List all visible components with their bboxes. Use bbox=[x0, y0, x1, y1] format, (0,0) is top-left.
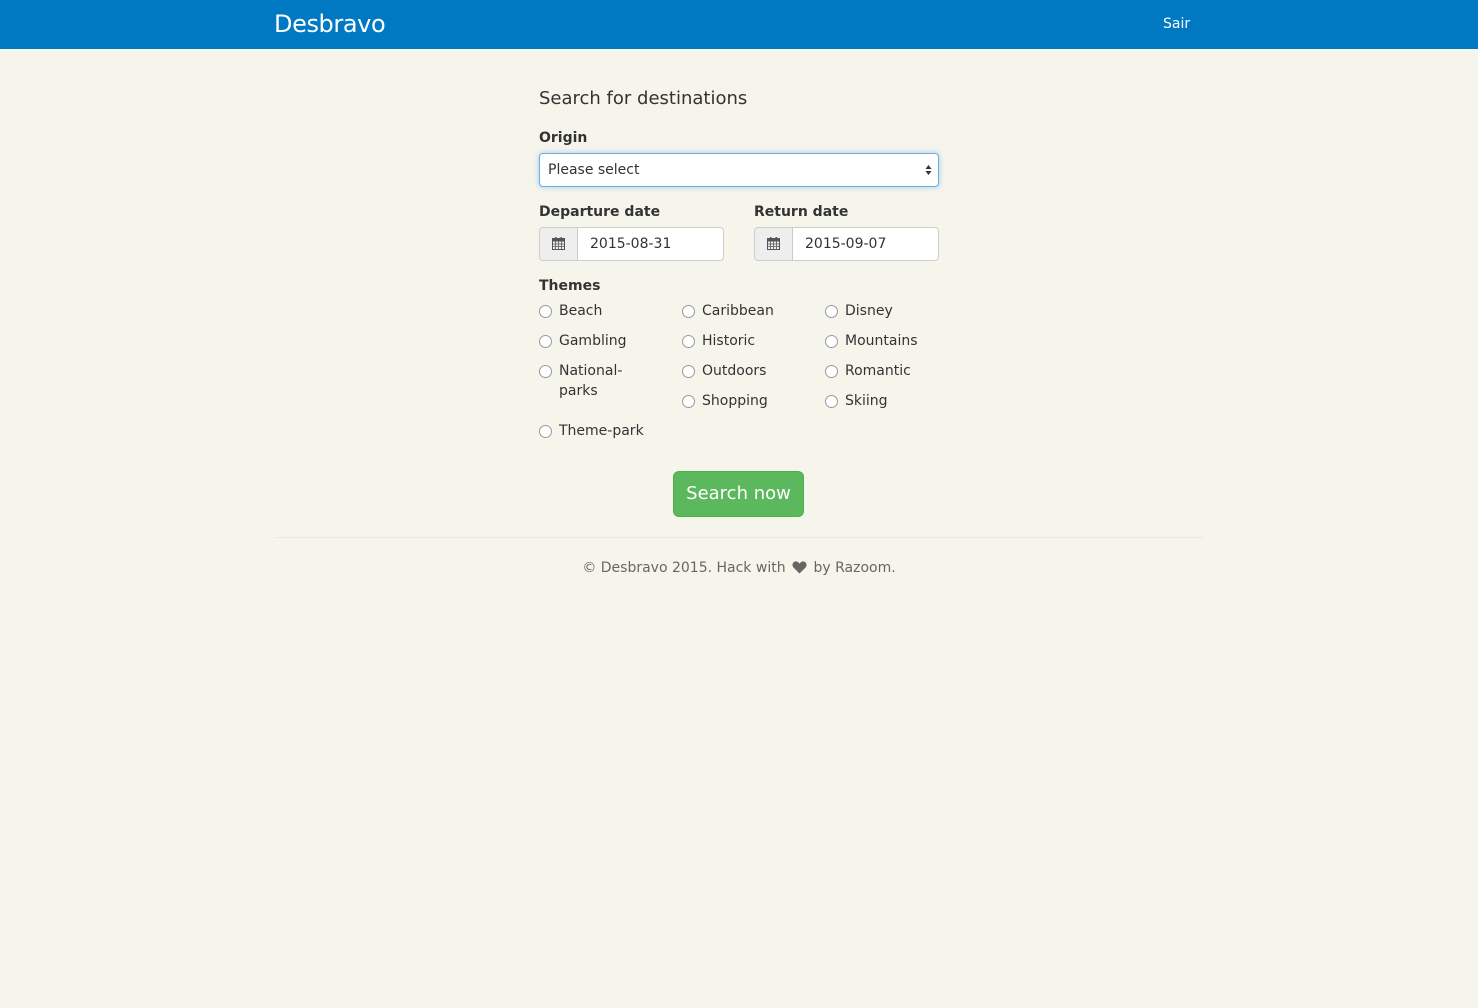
radio-button[interactable] bbox=[539, 425, 552, 438]
theme-label[interactable]: Romantic bbox=[845, 361, 925, 381]
footer-prefix: © Desbravo 2015. Hack with bbox=[582, 560, 786, 576]
theme-label[interactable]: Theme-park bbox=[559, 421, 669, 441]
origin-label: Origin bbox=[539, 130, 588, 146]
radio-button[interactable] bbox=[825, 335, 838, 348]
theme-label[interactable]: Disney bbox=[845, 301, 925, 321]
theme-label[interactable]: Caribbean bbox=[702, 301, 782, 321]
return-date-field[interactable]: 2015-09-07 bbox=[754, 227, 939, 261]
radio-button[interactable] bbox=[539, 305, 552, 318]
footer: © Desbravo 2015. Hack with by Razoom. bbox=[274, 558, 1204, 578]
logout-link[interactable]: Sair bbox=[1163, 15, 1190, 33]
radio-button[interactable] bbox=[539, 365, 552, 378]
select-arrows-icon bbox=[925, 165, 932, 175]
footer-suffix: by Razoom. bbox=[813, 560, 896, 576]
calendar-icon bbox=[552, 237, 565, 250]
return-date-label: Return date bbox=[754, 204, 849, 220]
origin-select[interactable]: Please select bbox=[539, 153, 939, 187]
footer-divider bbox=[274, 537, 1204, 538]
radio-button[interactable] bbox=[825, 395, 838, 408]
radio-button[interactable] bbox=[682, 305, 695, 318]
radio-button[interactable] bbox=[825, 305, 838, 318]
theme-label[interactable]: Mountains bbox=[845, 331, 925, 351]
theme-label[interactable]: Skiing bbox=[845, 391, 925, 411]
radio-button[interactable] bbox=[682, 335, 695, 348]
departure-date-field[interactable]: 2015-08-31 bbox=[539, 227, 724, 261]
theme-label[interactable]: Historic bbox=[702, 331, 782, 351]
departure-date-addon[interactable] bbox=[540, 228, 578, 260]
theme-label[interactable]: Gambling bbox=[559, 331, 639, 351]
search-now-button[interactable]: Search now bbox=[673, 471, 804, 517]
radio-button[interactable] bbox=[539, 335, 552, 348]
return-date-addon[interactable] bbox=[755, 228, 793, 260]
form-title: Search for destinations bbox=[539, 88, 748, 109]
theme-label[interactable]: Shopping bbox=[702, 391, 782, 411]
origin-select-value: Please select bbox=[548, 162, 640, 178]
departure-date-input[interactable]: 2015-08-31 bbox=[590, 228, 671, 260]
brand-logo[interactable]: Desbravo bbox=[274, 9, 386, 39]
departure-date-label: Departure date bbox=[539, 204, 661, 220]
theme-label[interactable]: Beach bbox=[559, 301, 639, 321]
radio-button[interactable] bbox=[825, 365, 838, 378]
top-navbar: Desbravo Sair bbox=[0, 0, 1478, 49]
calendar-icon bbox=[767, 237, 780, 250]
radio-button[interactable] bbox=[682, 395, 695, 408]
radio-button[interactable] bbox=[682, 365, 695, 378]
return-date-input[interactable]: 2015-09-07 bbox=[805, 228, 886, 260]
heart-icon bbox=[792, 561, 807, 574]
theme-label[interactable]: Outdoors bbox=[702, 361, 782, 381]
themes-label: Themes bbox=[539, 278, 601, 294]
theme-label[interactable]: National-parks bbox=[559, 361, 629, 401]
